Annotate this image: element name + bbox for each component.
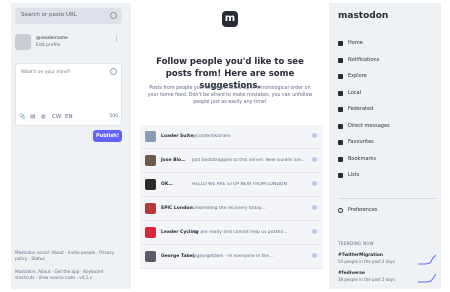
nav-item-federated[interactable]: Federated	[338, 103, 438, 120]
suggestions-list: Loader Suite @contentwarden Jose Blo… Ju…	[140, 125, 323, 269]
menu-icon[interactable]: ⋮	[113, 36, 120, 43]
list-item[interactable]: George Takei @georgetakei · Hi everyone …	[140, 245, 323, 269]
language-icon[interactable]: EN	[65, 114, 73, 121]
nav-label: Explore	[348, 73, 367, 79]
nav-item-local[interactable]: Local	[338, 87, 438, 104]
account-preview: @georgetakei · Hi everyone in the...	[192, 254, 274, 259]
users-icon	[338, 90, 343, 96]
list-item[interactable]: Leader Cycling We are ready and cannot h…	[140, 221, 323, 245]
nav-label: Direct messages	[348, 122, 390, 129]
bookmark-icon	[338, 156, 343, 162]
trend-sparkline	[418, 254, 436, 265]
star-icon	[338, 140, 343, 145]
nav-label: Bookmarks	[348, 155, 376, 162]
nav-label: Local	[348, 89, 361, 96]
avatar[interactable]	[145, 227, 156, 238]
nav-label: Lists	[348, 172, 360, 178]
char-count: 500	[109, 114, 118, 119]
mastodon-logo-icon: m	[222, 11, 238, 27]
globe-icon	[338, 107, 343, 112]
trend-tag[interactable]: #fediverse	[338, 271, 365, 276]
edit-profile-link[interactable]: Edit profile	[36, 43, 60, 48]
nav-item-direct-messages[interactable]: Direct messages	[338, 120, 438, 137]
nav-label: Favourites	[348, 139, 374, 145]
nav-item-preferences[interactable]: Preferences	[338, 205, 438, 217]
poll-icon[interactable]: ▤	[30, 114, 35, 121]
profile-name: @readername	[36, 36, 68, 41]
page-description: Posts from people you follow will show u…	[147, 86, 313, 105]
follow-icon[interactable]	[312, 253, 317, 258]
account-preview: Embedding the recovery today...	[192, 206, 266, 211]
nav-label: Home	[348, 40, 363, 46]
emoji-icon[interactable]	[110, 68, 117, 75]
publish-button[interactable]: Publish!	[93, 130, 122, 142]
trend-stat: 38 people in the past 2 days	[338, 277, 396, 282]
main-column: m Follow people you'd like to see posts …	[131, 3, 329, 289]
bell-icon	[338, 57, 343, 63]
brand-logo[interactable]: mastodon	[338, 11, 388, 21]
compose-toolbar: 📎 ▤ ◍ CW EN 500	[15, 113, 122, 123]
follow-icon[interactable]	[312, 181, 317, 186]
account-preview: HELLO WE ARE STOP NEW FROM LONDON	[192, 182, 287, 187]
nav-item-notifications[interactable]: Notifications	[338, 54, 438, 71]
mastodon-footer-links[interactable]: Mastodon: About · Get the app · Keyboard…	[15, 269, 123, 281]
avatar[interactable]	[145, 131, 156, 142]
trend-tag[interactable]: #TwitterMigration	[338, 253, 383, 258]
list-item[interactable]: Jose Blo… Just bootstrapped to this serv…	[140, 149, 323, 173]
trend-sparkline	[418, 273, 436, 283]
follow-icon[interactable]	[312, 133, 317, 138]
gear-icon	[338, 208, 343, 213]
navigation-panel: mastodon Home Notifications Explore Loca…	[334, 3, 441, 289]
follow-icon[interactable]	[312, 157, 317, 162]
nav-item-home[interactable]: Home	[338, 37, 438, 54]
avatar[interactable]	[15, 34, 31, 50]
globe-icon[interactable]: ◍	[41, 114, 46, 121]
home-icon	[338, 41, 343, 46]
nav-item-favourites[interactable]: Favourites	[338, 136, 438, 153]
list-item[interactable]: EPIC London Embedding the recovery today…	[140, 197, 323, 221]
nav-label: Federated	[348, 106, 374, 112]
avatar[interactable]	[145, 179, 156, 190]
profile-card[interactable]: @readername Edit profile ⋮	[15, 33, 122, 55]
trend-item[interactable]: #TwitterMigration 54 people in the past …	[338, 253, 436, 271]
account-name[interactable]: George Takei	[161, 254, 194, 259]
search-icon[interactable]	[110, 12, 117, 19]
left-column: Search or paste URL @readername Edit pro…	[11, 3, 126, 289]
account-preview: Just bootstrapped to this server. New Gu…	[192, 158, 304, 163]
account-name[interactable]: Jose Blo…	[161, 158, 186, 163]
account-name[interactable]: Loader Suite	[161, 134, 193, 139]
hashtag-icon	[338, 74, 343, 79]
account-name[interactable]: EPIC London	[161, 206, 193, 211]
app-window: Search or paste URL @readername Edit pro…	[11, 3, 441, 289]
trending-header: TRENDING NOW	[338, 241, 375, 246]
avatar[interactable]	[145, 155, 156, 166]
nav-item-bookmarks[interactable]: Bookmarks	[338, 153, 438, 170]
search-placeholder: Search or paste URL	[21, 12, 77, 18]
trend-item[interactable]: #fediverse 38 people in the past 2 days	[338, 271, 436, 289]
nav-label: Preferences	[348, 207, 378, 213]
list-item[interactable]: OK… HELLO WE ARE STOP NEW FROM LONDON	[140, 173, 323, 197]
list-item[interactable]: Loader Suite @contentwarden	[140, 125, 323, 149]
search-input[interactable]: Search or paste URL	[15, 8, 122, 24]
account-preview: @contentwarden	[192, 134, 231, 139]
account-name[interactable]: OK…	[161, 182, 173, 187]
content-warning-icon[interactable]: CW	[52, 114, 61, 121]
nav-item-explore[interactable]: Explore	[338, 70, 438, 87]
nav-item-lists[interactable]: Lists	[338, 169, 438, 186]
trend-stat: 54 people in the past 2 days	[338, 259, 396, 264]
avatar[interactable]	[145, 251, 156, 262]
compose-placeholder: What's on your mind?	[21, 70, 71, 75]
attach-media-icon[interactable]: 📎	[19, 114, 26, 121]
nav-label: Notifications	[348, 56, 380, 63]
list-icon	[338, 173, 343, 178]
nav-list: Home Notifications Explore Local Federat…	[338, 37, 438, 186]
divider	[338, 198, 436, 199]
at-icon	[338, 123, 343, 129]
follow-icon[interactable]	[312, 205, 317, 210]
server-footer-links[interactable]: Mastodon.social: About · Invite people ·…	[15, 250, 123, 262]
follow-icon[interactable]	[312, 229, 317, 234]
account-preview: We are ready and cannot help us posted..…	[192, 230, 288, 235]
avatar[interactable]	[145, 203, 156, 214]
